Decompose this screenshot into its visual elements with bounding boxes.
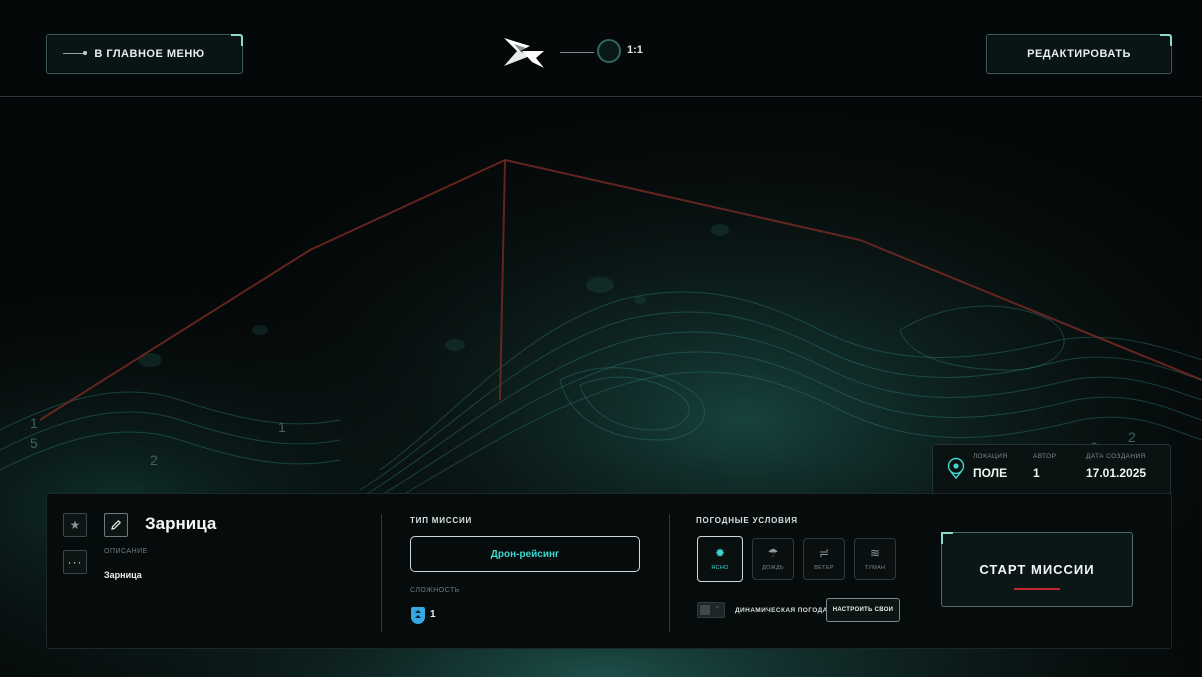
edit-button[interactable]: РЕДАКТИРОВАТЬ bbox=[986, 34, 1172, 74]
weather-label: ВЕТЕР bbox=[814, 565, 834, 571]
pencil-icon bbox=[111, 519, 122, 530]
author-title: АВТОР bbox=[1033, 453, 1057, 460]
mission-info-tab: ЛОКАЦИЯ ПОЛЕ АВТОР 1 ДАТА СОЗДАНИЯ 17.01… bbox=[932, 444, 1171, 495]
start-mission-button[interactable]: СТАРТ МИССИИ bbox=[941, 532, 1133, 607]
divider bbox=[669, 514, 670, 632]
rename-button[interactable] bbox=[104, 513, 128, 537]
edit-label: РЕДАКТИРОВАТЬ bbox=[1027, 48, 1131, 60]
map-label: 2 bbox=[1128, 429, 1136, 445]
map-label: 2 bbox=[150, 452, 158, 468]
author-info: АВТОР 1 bbox=[1033, 453, 1056, 480]
location-value: ПОЛЕ bbox=[973, 466, 1008, 480]
difficulty-title: СЛОЖНОСТЬ bbox=[410, 587, 460, 594]
divider bbox=[381, 514, 382, 632]
date-title: ДАТА СОЗДАНИЯ bbox=[1086, 453, 1146, 460]
top-bar: В ГЛАВНОЕ МЕНЮ 1:1 РЕДАКТИРОВАТЬ bbox=[0, 0, 1202, 97]
difficulty-value: 1 bbox=[430, 609, 436, 620]
player-count: 1:1 bbox=[627, 44, 643, 56]
map-label: 5 bbox=[30, 435, 38, 451]
main-menu-button[interactable]: В ГЛАВНОЕ МЕНЮ bbox=[46, 34, 243, 74]
divider-line bbox=[560, 52, 594, 53]
description-more-button[interactable]: ··· bbox=[63, 550, 87, 574]
dynamic-weather-label: ДИНАМИЧЕСКАЯ ПОГОДА bbox=[735, 607, 828, 614]
player-avatar-icon[interactable] bbox=[597, 39, 621, 63]
weather-wind-option[interactable]: ≓ ВЕТЕР bbox=[803, 538, 845, 580]
weather-label: ТУМАН bbox=[864, 565, 886, 571]
drone-logo-icon bbox=[504, 38, 544, 68]
back-line-icon bbox=[63, 53, 85, 54]
mission-type-value: Дрон-рейсинг bbox=[490, 548, 560, 560]
more-icon: ··· bbox=[67, 555, 83, 569]
mission-name: Зарница bbox=[145, 514, 217, 533]
weather-label: ДОЖДЬ bbox=[762, 565, 784, 571]
weather-rain-option[interactable]: ☂ ДОЖДЬ bbox=[752, 538, 794, 580]
date-value: 17.01.2025 bbox=[1086, 466, 1147, 480]
date-info: ДАТА СОЗДАНИЯ 17.01.2025 bbox=[1086, 453, 1146, 480]
location-title: ЛОКАЦИЯ bbox=[973, 453, 1008, 460]
weather-label: ЯСНО bbox=[711, 565, 729, 571]
difficulty-icon bbox=[411, 607, 425, 624]
start-underline bbox=[1014, 588, 1060, 590]
map-label: 1 bbox=[30, 415, 38, 431]
sun-icon: ✹ bbox=[714, 546, 726, 560]
location-info: ЛОКАЦИЯ ПОЛЕ bbox=[973, 453, 1007, 480]
main-menu-label: В ГЛАВНОЕ МЕНЮ bbox=[94, 48, 205, 60]
map-label: 1 bbox=[278, 419, 286, 435]
start-mission-label: СТАРТ МИССИИ bbox=[979, 562, 1095, 577]
lobby-status: 1:1 bbox=[500, 32, 650, 72]
star-icon: ★ bbox=[69, 518, 81, 532]
description-value: Зарница bbox=[104, 570, 142, 580]
wind-icon: ≓ bbox=[818, 546, 830, 560]
weather-clear-option[interactable]: ✹ ЯСНО bbox=[697, 536, 743, 582]
fog-icon: ≋ bbox=[869, 546, 881, 560]
dynamic-weather-toggle[interactable] bbox=[697, 601, 725, 618]
mission-type-title: ТИП МИССИИ bbox=[410, 516, 473, 525]
favorite-button[interactable]: ★ bbox=[63, 513, 87, 537]
weather-fog-option[interactable]: ≋ ТУМАН bbox=[854, 538, 896, 580]
custom-weather-button[interactable]: НАСТРОИТЬ СВОИ bbox=[826, 598, 900, 622]
author-value: 1 bbox=[1033, 466, 1040, 480]
location-pin-icon bbox=[947, 457, 965, 479]
back-dot-icon bbox=[83, 51, 87, 55]
description-title: ОПИСАНИЕ bbox=[104, 548, 148, 555]
mission-type-selector[interactable]: Дрон-рейсинг bbox=[410, 536, 640, 572]
weather-title: ПОГОДНЫЕ УСЛОВИЯ bbox=[696, 516, 798, 525]
mission-panel: ★ Зарница ··· ОПИСАНИЕ Зарница ТИП МИССИ… bbox=[46, 493, 1172, 649]
rain-icon: ☂ bbox=[767, 546, 779, 560]
custom-weather-label: НАСТРОИТЬ СВОИ bbox=[832, 607, 894, 613]
